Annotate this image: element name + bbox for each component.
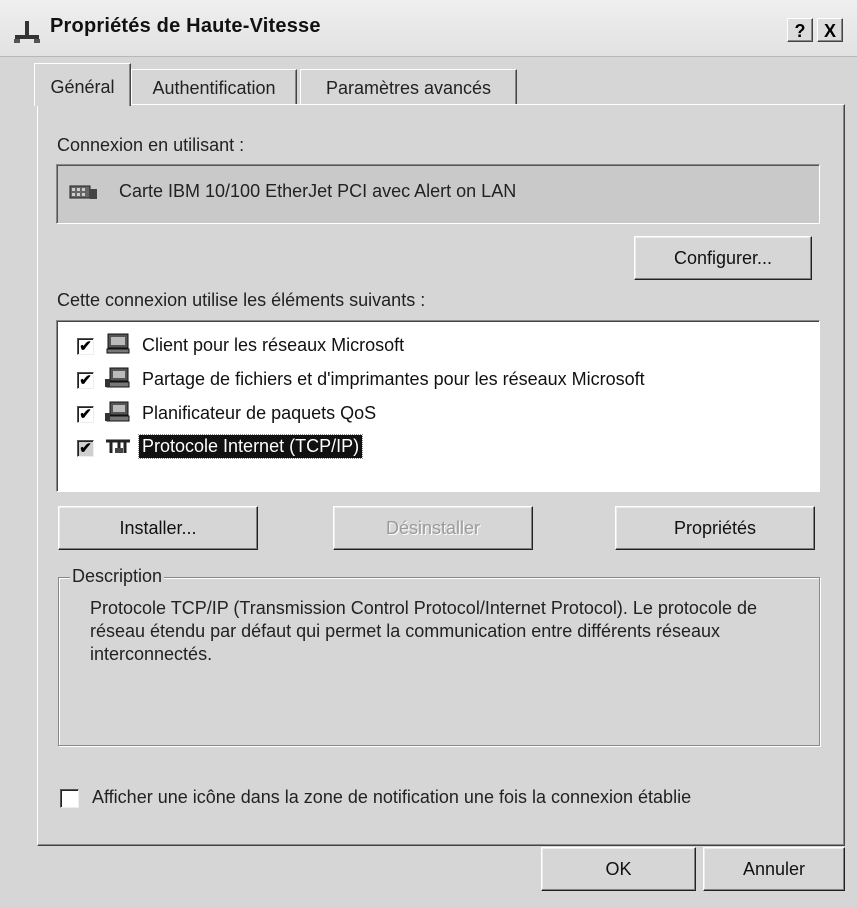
component-label: Protocole Internet (TCP/IP) <box>137 434 364 459</box>
adapter-name: Carte IBM 10/100 EtherJet PCI avec Alert… <box>119 181 517 201</box>
component-label: Planificateur de paquets QoS <box>142 403 377 423</box>
ok-button[interactable]: OK <box>541 847 696 891</box>
list-item[interactable]: ✔ Client pour les réseaux Microsoft <box>57 332 817 366</box>
tab-parametres-avances[interactable]: Paramètres avancés <box>300 69 517 105</box>
component-checkbox[interactable]: ✔ <box>77 406 94 423</box>
network-protocol-icon <box>106 439 130 453</box>
network-service-icon <box>105 367 130 388</box>
list-item[interactable]: ✔ Protocole Internet (TCP/IP) <box>57 434 817 468</box>
network-client-icon <box>106 333 130 354</box>
network-adapter-icon <box>69 185 97 199</box>
component-label: Client pour les réseaux Microsoft <box>142 335 405 355</box>
install-button[interactable]: Installer... <box>58 506 258 550</box>
close-button[interactable]: X <box>817 18 843 42</box>
list-item[interactable]: ✔ Planificateur de paquets QoS <box>57 400 817 434</box>
title-bar: Propriétés de Haute-Vitesse ? X <box>0 0 857 57</box>
ok-button-label: OK <box>605 859 632 879</box>
components-label: Cette connexion utilise les éléments sui… <box>57 290 426 310</box>
list-item[interactable]: ✔ Partage de fichiers et d'imprimantes p… <box>57 366 817 400</box>
configure-button[interactable]: Configurer... <box>634 236 812 280</box>
network-service-icon <box>105 401 130 422</box>
adapter-field: Carte IBM 10/100 EtherJet PCI avec Alert… <box>56 164 820 224</box>
configure-button-label: Configurer... <box>673 248 773 268</box>
component-checkbox[interactable]: ✔ <box>77 338 94 355</box>
properties-button[interactable]: Propriétés <box>615 506 815 550</box>
tab-general[interactable]: Général <box>34 63 131 106</box>
connection-label: Connexion en utilisant : <box>57 135 245 155</box>
description-text: Protocole TCP/IP (Transmission Control P… <box>90 598 757 664</box>
cancel-button-label: Annuler <box>742 859 806 879</box>
install-button-label: Installer... <box>119 518 197 538</box>
notify-label: Afficher une icône dans la zone de notif… <box>92 787 692 807</box>
window-title: Propriétés de Haute-Vitesse <box>50 15 321 37</box>
description-legend: Description <box>70 566 165 587</box>
component-label: Partage de fichiers et d'imprimantes pou… <box>142 369 645 389</box>
cancel-button[interactable]: Annuler <box>703 847 845 891</box>
uninstall-button[interactable]: Désinstaller <box>333 506 533 550</box>
help-button[interactable]: ? <box>787 18 813 42</box>
tab-authentification[interactable]: Authentification <box>131 69 297 105</box>
properties-button-label: Propriétés <box>673 518 757 538</box>
component-checkbox[interactable]: ✔ <box>77 372 94 389</box>
network-connection-icon <box>14 21 40 43</box>
components-list[interactable]: ✔ Client pour les réseaux Microsoft ✔ Pa… <box>56 320 820 492</box>
uninstall-button-label: Désinstaller <box>385 518 481 538</box>
component-checkbox[interactable]: ✔ <box>77 440 94 457</box>
notify-checkbox[interactable] <box>60 789 79 808</box>
